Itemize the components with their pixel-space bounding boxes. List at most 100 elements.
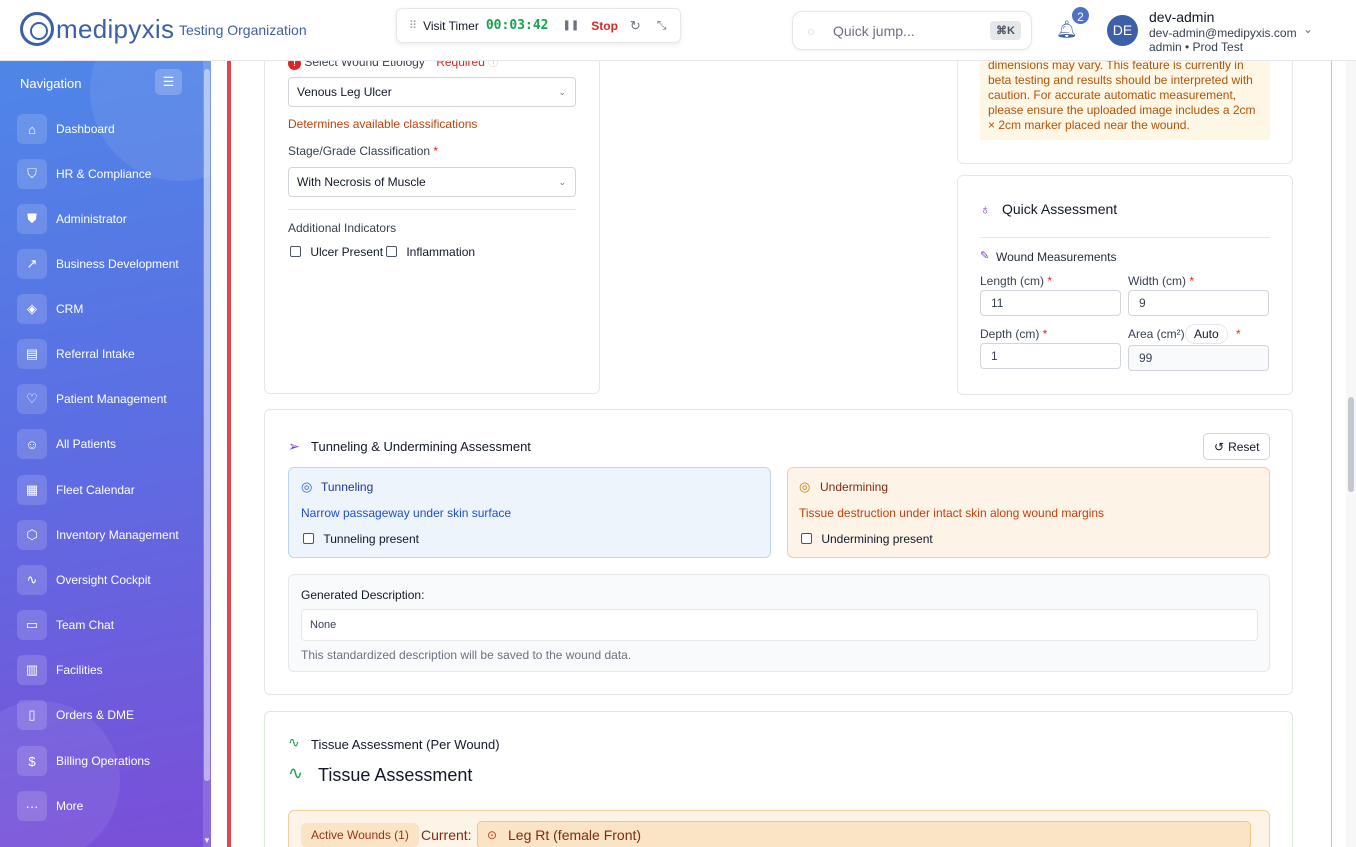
checkbox-label: Ulcer Present: [310, 245, 384, 259]
required-asterisk: *: [1044, 274, 1053, 288]
undermining-title: Undermining: [820, 480, 889, 494]
image-upload-card: dimensions may vary. This feature is cur…: [957, 61, 1293, 164]
sidebar-item-dashboard[interactable]: ⌂ Dashboard: [17, 113, 197, 145]
scrollbar-thumb[interactable]: [1348, 397, 1354, 492]
active-wounds-badge[interactable]: Active Wounds (1): [301, 823, 419, 847]
area-label: Area (cm²): [1128, 327, 1185, 341]
timer-label: Visit Timer: [423, 18, 479, 33]
checkbox[interactable]: [386, 246, 397, 257]
sidebar-item-team-chat[interactable]: ▭ Team Chat: [17, 609, 197, 641]
tissue-assessment-card: ∿ Tissue Assessment (Per Wound) ∿ Tissue…: [264, 711, 1293, 847]
sidebar-item-label: Referral Intake: [56, 347, 135, 361]
user-avatar[interactable]: DE: [1107, 15, 1138, 46]
chevron-down-icon[interactable]: ⌄: [1303, 22, 1313, 36]
width-label-row: Width (cm) *: [1128, 274, 1194, 288]
sidebar-item-administrator[interactable]: ⛊ Administrator: [17, 203, 197, 235]
generated-description-panel: Generated Description: None This standar…: [288, 574, 1270, 672]
activity-icon: ∿: [288, 763, 304, 783]
sidebar-collapse-button[interactable]: ☰: [155, 69, 182, 95]
depth-input[interactable]: 1: [980, 343, 1121, 369]
sidebar-item-facilities[interactable]: ▥ Facilities: [17, 654, 197, 686]
drag-handle-icon[interactable]: ⠿: [409, 19, 417, 32]
sidebar-item-orders-dme[interactable]: ▯ Orders & DME: [17, 699, 197, 731]
user-email: dev-admin@medipyxis.com: [1149, 26, 1297, 40]
checkbox[interactable]: [303, 533, 314, 544]
depth-label: Depth (cm): [980, 327, 1040, 341]
undermining-present-checkbox[interactable]: Undermining present: [801, 532, 933, 546]
width-input[interactable]: 9: [1128, 290, 1269, 316]
sidebar-item-label: Administrator: [56, 212, 127, 226]
length-label-row: Length (cm) *: [980, 274, 1052, 288]
sidebar-item-label: Orders & DME: [56, 708, 135, 722]
stethoscope-icon: ♁: [980, 201, 991, 217]
sidebar-item-label: Inventory Management: [56, 528, 179, 542]
area-auto-badge[interactable]: Auto: [1185, 324, 1228, 344]
scroll-down-arrow-icon[interactable]: ▼: [203, 836, 211, 845]
target-icon: ◎: [301, 479, 313, 494]
wound-accent-bar: [227, 61, 231, 847]
undermining-description: Tissue destruction under intact skin alo…: [799, 506, 1105, 520]
sidebar-item-fleet-calendar[interactable]: ▦ Fleet Calendar: [17, 474, 197, 506]
organization-name[interactable]: Testing Organization: [179, 22, 307, 38]
scrollbar-thumb[interactable]: [204, 69, 210, 781]
dollar-icon: $: [17, 746, 47, 776]
content-border-line: [1331, 61, 1332, 847]
quick-jump-input[interactable]: [833, 21, 983, 41]
sidebar-item-business-development[interactable]: ↗ Business Development: [17, 248, 197, 280]
tunneling-section-title: Tunneling & Undermining Assessment: [311, 439, 531, 454]
timer-value: 00:03:42: [485, 18, 549, 33]
sidebar: Navigation ☰ ⌂ Dashboard ⛉ HR & Complian…: [0, 61, 211, 847]
package-icon: ⬡: [17, 520, 47, 550]
stage-select[interactable]: With Necrosis of Muscle ⌄: [288, 167, 576, 197]
quick-assessment-title: Quick Assessment: [1002, 201, 1118, 217]
calendar-icon: ▦: [17, 475, 47, 505]
ulcer-present-checkbox[interactable]: Ulcer Present: [290, 245, 383, 259]
indicators-label: Additional Indicators: [288, 221, 397, 235]
sidebar-item-crm[interactable]: ◈ CRM: [17, 293, 197, 325]
sidebar-item-referral-intake[interactable]: ▤ Referral Intake: [17, 338, 197, 370]
width-label: Width (cm): [1128, 274, 1186, 288]
activity-icon: ∿: [288, 734, 300, 750]
checkbox-label: Inflammation: [406, 245, 476, 259]
chat-icon: ▭: [17, 610, 47, 640]
app-logo[interactable]: medipyxis: [20, 12, 174, 46]
length-input[interactable]: 11: [980, 290, 1121, 316]
shield-icon: ⛉: [17, 159, 47, 189]
layers-icon: ◎: [799, 479, 811, 494]
etiology-hint: Determines available classifications: [288, 117, 478, 131]
notification-count-badge: 2: [1070, 5, 1091, 26]
sidebar-item-inventory-management[interactable]: ⬡ Inventory Management: [17, 519, 197, 551]
map-pin-icon: ⊙: [487, 828, 498, 842]
sidebar-item-hr-compliance[interactable]: ⛉ HR & Compliance: [17, 158, 197, 190]
tunneling-present-checkbox[interactable]: Tunneling present: [303, 532, 419, 546]
quick-jump-search[interactable]: ○ ⌘K: [792, 11, 1032, 50]
sidebar-item-label: Patient Management: [56, 392, 167, 406]
main-scrollbar[interactable]: [1346, 61, 1356, 847]
etiology-label: Select Wound Etiology: [304, 61, 425, 69]
clipboard-icon: ▤: [17, 339, 47, 369]
current-wound-selector[interactable]: ⊙ Leg Rt (female Front): [477, 821, 1251, 847]
sidebar-scrollbar[interactable]: ▼: [203, 61, 211, 847]
divider: [288, 209, 576, 210]
etiology-select[interactable]: Venous Leg Ulcer ⌄: [288, 77, 576, 107]
required-asterisk: *: [1186, 274, 1195, 288]
sidebar-item-oversight-cockpit[interactable]: ∿ Oversight Cockpit: [17, 564, 197, 596]
minimize-icon[interactable]: ⤡: [657, 18, 667, 33]
sidebar-item-all-patients[interactable]: ☺ All Patients: [17, 428, 197, 460]
sidebar-item-patient-management[interactable]: ♡ Patient Management: [17, 383, 197, 415]
checkbox-label: Undermining present: [821, 532, 933, 546]
area-input[interactable]: 99: [1128, 345, 1269, 371]
stage-select-value: With Necrosis of Muscle: [297, 175, 426, 189]
sidebar-item-billing-operations[interactable]: $ Billing Operations: [17, 745, 197, 777]
checkbox[interactable]: [290, 246, 301, 257]
checkbox-label: Tunneling present: [323, 532, 419, 546]
send-icon: ➢: [288, 438, 300, 454]
pause-icon[interactable]: ❚❚: [562, 20, 579, 31]
stop-button[interactable]: Stop: [591, 19, 618, 33]
reset-button[interactable]: ↺ Reset: [1203, 433, 1271, 460]
inflammation-checkbox[interactable]: Inflammation: [386, 245, 475, 259]
checkbox[interactable]: [801, 533, 812, 544]
sidebar-item-more[interactable]: ··· More: [17, 790, 197, 822]
restart-icon[interactable]: ↻: [630, 18, 641, 34]
chevron-down-icon: ⌄: [558, 87, 566, 97]
